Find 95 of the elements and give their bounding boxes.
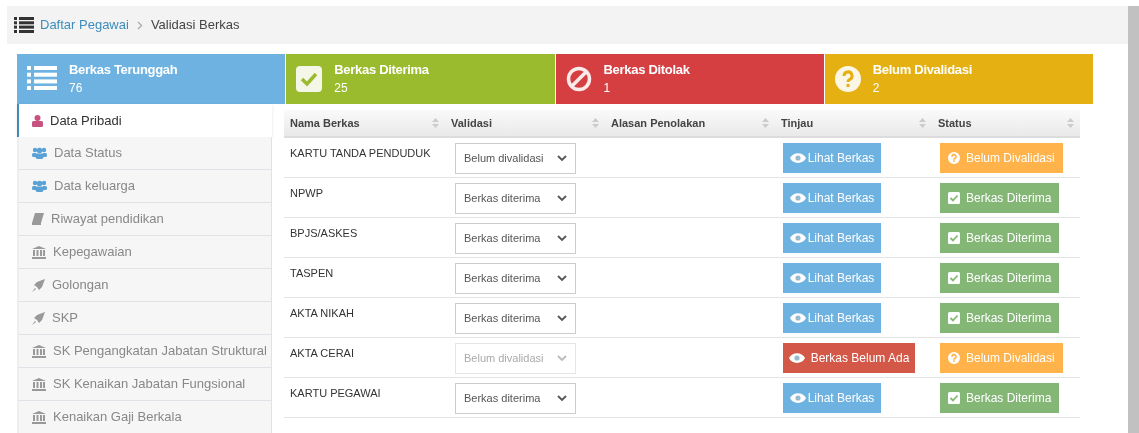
sidebar-item[interactable]: Data keluarga	[17, 170, 272, 203]
view-file-button[interactable]: Lihat Berkas	[783, 183, 881, 213]
missing-file-button[interactable]: Berkas Belum Ada	[783, 343, 915, 373]
table-cell-text: AKTA CERAI	[289, 346, 355, 361]
sidebar-item[interactable]: Riwayat pendidikan	[17, 203, 272, 236]
eye-icon	[789, 153, 806, 163]
eye-icon	[788, 353, 805, 363]
status-badge: Belum Divalidasi	[940, 143, 1063, 173]
view-file-button[interactable]: Lihat Berkas	[783, 143, 881, 173]
sidebar-item[interactable]: Golongan	[17, 269, 272, 302]
users-icon	[32, 147, 47, 159]
sidebar-item[interactable]: SK Kenaikan Jabatan Fungsional	[17, 368, 272, 401]
validation-dropdown[interactable]: Berkas diterima	[455, 183, 576, 214]
list-icon	[14, 17, 34, 33]
eye-icon	[789, 393, 806, 403]
sidebar-item[interactable]: Data Status	[17, 137, 272, 170]
stat-title: Berkas Ditolak	[603, 61, 690, 79]
breadcrumb-current: Validasi Berkas	[150, 16, 240, 35]
checkbox-icon	[948, 392, 960, 404]
sidebar-item[interactable]: SKP	[17, 302, 272, 335]
question-icon	[834, 66, 861, 92]
sort-icon	[762, 118, 769, 128]
column-header[interactable]: Status	[932, 110, 1080, 136]
status-badge: Belum Divalidasi	[940, 343, 1063, 373]
checkbox-icon	[296, 66, 323, 92]
stat-count: 2	[872, 80, 881, 97]
rocket-icon	[32, 311, 45, 325]
stat-title: Berkas Terunggah	[69, 61, 178, 79]
sidebar-item[interactable]: Data Pribadi	[17, 104, 272, 137]
checkbox-icon	[948, 192, 960, 204]
chevron-down-icon	[557, 235, 567, 242]
column-header[interactable]: Tinjau	[775, 110, 932, 136]
table-cell-text: KARTU PEGAWAI	[289, 386, 382, 401]
ban-icon	[565, 66, 592, 92]
stat-title: Berkas Diterima	[334, 61, 429, 79]
chevron-down-icon	[557, 315, 567, 322]
column-header[interactable]: Nama Berkas	[284, 110, 445, 136]
bank-icon	[32, 410, 46, 424]
sort-icon	[592, 118, 599, 128]
person-icon	[32, 114, 43, 127]
validation-dropdown[interactable]: Belum divalidasi	[455, 143, 576, 174]
scrollbar[interactable]	[1128, 6, 1139, 433]
sort-icon	[919, 118, 926, 128]
sort-icon	[1067, 118, 1074, 128]
stat-count: 76	[69, 80, 84, 97]
status-badge: Berkas Diterima	[940, 303, 1060, 333]
status-badge: Berkas Diterima	[940, 223, 1060, 253]
eye-icon	[789, 193, 806, 203]
question-icon	[948, 152, 960, 164]
chevron-icon	[136, 20, 143, 30]
validation-dropdown[interactable]: Berkas diterima	[455, 223, 576, 254]
sidebar-item[interactable]: Kenaikan Gaji Berkala	[17, 401, 272, 433]
table-cell-text: TASPEN	[289, 266, 335, 281]
checkbox-icon	[948, 312, 960, 324]
stat-title: Belum Divalidasi	[872, 61, 972, 79]
chevron-down-icon	[557, 195, 567, 202]
chevron-down-icon	[557, 275, 567, 282]
table-cell-text: AKTA NIKAH	[289, 306, 355, 321]
sidebar-item[interactable]: Kepegawaian	[17, 236, 272, 269]
status-badge: Berkas Diterima	[940, 183, 1060, 213]
table-cell-text: KARTU TANDA PENDUDUK	[289, 146, 432, 161]
users-icon	[32, 180, 47, 192]
status-badge: Berkas Diterima	[940, 383, 1060, 413]
view-file-button[interactable]: Lihat Berkas	[783, 223, 881, 253]
validation-dropdown[interactable]: Berkas diterima	[455, 303, 576, 334]
book-icon	[32, 213, 44, 225]
stat-count: 1	[603, 80, 612, 97]
status-badge: Berkas Diterima	[940, 263, 1060, 293]
column-header[interactable]: Validasi	[445, 110, 605, 136]
view-file-button[interactable]: Lihat Berkas	[783, 303, 881, 333]
eye-icon	[789, 313, 806, 323]
checkbox-icon	[948, 232, 960, 244]
bank-icon	[32, 377, 46, 391]
chevron-down-icon	[557, 355, 567, 362]
table-cell-text: BPJS/ASKES	[289, 226, 359, 241]
bank-icon	[32, 344, 46, 358]
validation-dropdown[interactable]: Berkas diterima	[455, 263, 576, 294]
eye-icon	[789, 273, 806, 283]
table-cell-text: NPWP	[289, 186, 324, 201]
breadcrumb-link[interactable]: Daftar Pegawai	[40, 15, 129, 35]
chevron-down-icon	[557, 155, 567, 162]
column-header[interactable]: Alasan Penolakan	[605, 110, 775, 136]
view-file-button[interactable]: Lihat Berkas	[783, 263, 881, 293]
view-file-button[interactable]: Lihat Berkas	[783, 383, 881, 413]
checkbox-icon	[948, 272, 960, 284]
chevron-down-icon	[557, 395, 567, 402]
question-icon	[948, 352, 960, 364]
list-icon	[27, 66, 57, 90]
sort-icon	[432, 118, 439, 128]
sidebar-item[interactable]: SK Pengangkatan Jabatan Struktural	[17, 335, 272, 368]
stat-count: 25	[334, 80, 349, 97]
bank-icon	[32, 245, 46, 259]
validation-dropdown[interactable]: Berkas diterima	[455, 383, 576, 414]
rocket-icon	[32, 278, 45, 292]
eye-icon	[789, 233, 806, 243]
